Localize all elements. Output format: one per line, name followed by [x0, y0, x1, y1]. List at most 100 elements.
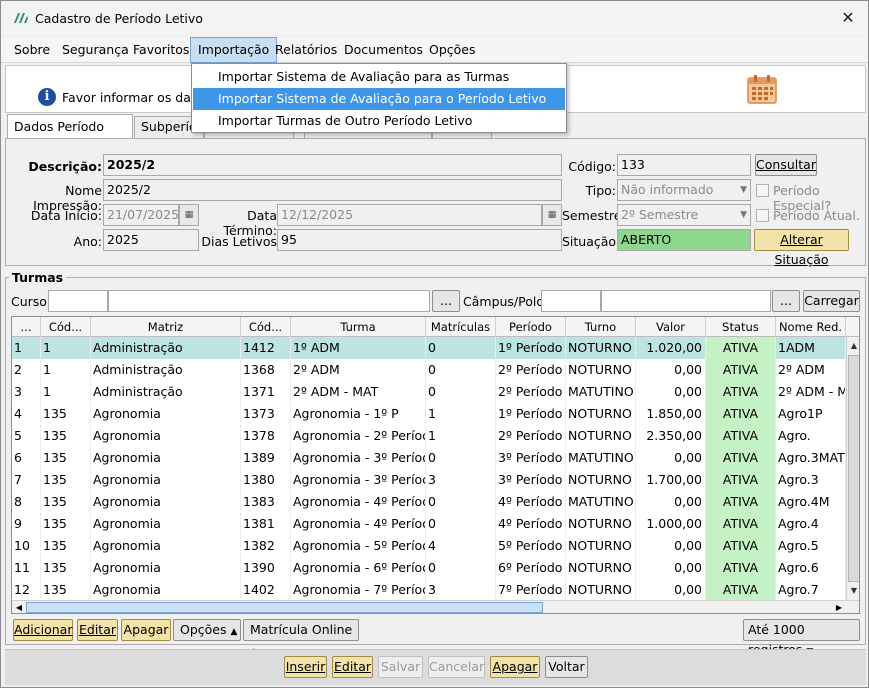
table-cell: Agronomia - 1º P [291, 403, 426, 425]
column-header[interactable]: Status [706, 317, 776, 337]
semestre-select[interactable]: 2º Semestre ▼ [617, 204, 751, 226]
dias-letivos-field[interactable]: 95 [277, 229, 562, 251]
table-row[interactable]: 3 1 Administração 1371 2º ADM - MAT 0 2º Perío… [12, 381, 846, 403]
periodo-atual-checkbox[interactable] [756, 209, 769, 222]
table-cell: 1 [426, 403, 496, 425]
scroll-up-icon[interactable]: ▲ [847, 339, 859, 353]
menu-item-importar-avaliacao-periodo[interactable]: Importar Sistema de Avaliação para o Per… [193, 88, 565, 110]
curso-lookup-button[interactable]: ... [432, 290, 460, 312]
curso-name-input[interactable] [108, 290, 430, 312]
table-cell: Agro.4M [776, 491, 846, 513]
table-cell: 0 [426, 337, 496, 359]
campus-lookup-button[interactable]: ... [772, 290, 800, 312]
nome-impressao-field[interactable]: 2025/2 [103, 179, 562, 201]
menu-item-importar-avaliacao-turmas[interactable]: Importar Sistema de Avaliação para as Tu… [193, 66, 565, 106]
calendar-picker-icon[interactable]: ▦ [542, 204, 562, 226]
curso-code-input[interactable] [48, 290, 108, 312]
table-row[interactable]: 11 135 Agronomia 1390 Agronomia - 6º Período… [12, 557, 846, 579]
table-row[interactable]: 6135Agronomia1389Agronomia - 3º Períod..… [12, 447, 846, 469]
apagar-turma-button[interactable]: Apagar [121, 619, 171, 641]
tab-dados-periodo-letivo[interactable]: Dados Período Letivo [7, 114, 133, 158]
adicionar-button[interactable]: Adicionar [13, 619, 73, 641]
table-cell: MATUTINO [566, 491, 636, 513]
horizontal-scroll-thumb[interactable] [26, 602, 543, 613]
table-cell: 8 [12, 491, 41, 513]
table-row[interactable]: 1 1 Administração 1412 1º ADM 0 1º Período NOTU… [12, 337, 846, 359]
table-cell: 0 [426, 359, 496, 381]
vertical-scrollbar[interactable]: ▲ ▼ [846, 337, 859, 600]
ano-field[interactable]: 2025 [103, 229, 199, 251]
tipo-select[interactable]: Não informado ▼ [617, 179, 751, 201]
table-row[interactable]: 9135Agronomia1381Agronomia - 4º Períod..… [12, 513, 846, 535]
turmas-table[interactable]: ... Cód... Matriz Cód... Turma Matrículas Perí… [11, 316, 860, 614]
matricula-online-button[interactable]: Matrícula Online ▲ [243, 619, 359, 657]
table-row[interactable]: 2 1 Administração 1368 2º ADM 0 2º Período NOTU… [12, 359, 846, 381]
table-cell: Agro.5 [776, 535, 846, 557]
column-header[interactable]: Turno [566, 317, 636, 337]
table-row[interactable]: 7135Agronomia1380Agronomia - 3º Períod..… [12, 469, 846, 491]
table-cell: Agronomia - 2º Período [291, 425, 426, 447]
voltar-button[interactable]: Voltar [545, 656, 588, 678]
column-header[interactable]: Cód... [241, 317, 291, 337]
vertical-scroll-thumb[interactable] [848, 355, 859, 582]
table-row[interactable]: 4 135 Agronomia 1373 Agronomia - 1º P 1 1º Per… [12, 403, 846, 425]
column-header[interactable]: Nome Red. [776, 317, 846, 337]
menu-importacao[interactable]: Importação [190, 37, 278, 63]
column-header[interactable]: Matriz [91, 317, 241, 337]
descricao-field[interactable]: 2025/2 [103, 154, 562, 176]
table-cell: Agronomia - 3º Períod... [291, 447, 426, 469]
close-icon[interactable]: ✕ [836, 7, 860, 29]
column-header[interactable]: Turma [291, 317, 426, 337]
column-header[interactable]: Valor [636, 317, 706, 337]
menu-favoritos[interactable]: Favoritos [126, 37, 196, 63]
cancelar-button[interactable]: Cancelar [428, 656, 485, 678]
table-row[interactable]: 8135Agronomia1383Agronomia - 4º Períod..… [12, 491, 846, 513]
table-cell: 5º Período [496, 535, 566, 557]
data-termino-field[interactable]: 12/12/2025 [277, 204, 542, 226]
periodo-especial-checkbox[interactable] [756, 184, 769, 197]
registros-select[interactable]: Até 1000 registros ▼ [743, 619, 860, 657]
table-cell: Administração [91, 381, 241, 403]
table-cell: 0 [426, 513, 496, 535]
column-header[interactable]: Cód... [41, 317, 91, 337]
apagar-button[interactable]: Apagar [490, 656, 540, 678]
data-inicio-field[interactable]: 21/07/2025 [103, 204, 179, 226]
table-cell: ATIVA [706, 513, 776, 535]
horizontal-scrollbar[interactable]: ◀ ▶ [12, 600, 859, 613]
salvar-button[interactable]: Salvar [378, 656, 423, 678]
inserir-button[interactable]: Inserir [284, 656, 327, 678]
scroll-right-icon[interactable]: ▶ [832, 601, 846, 613]
alterar-situacao-button[interactable]: Alterar Situação [754, 229, 849, 267]
column-header[interactable]: Matrículas [426, 317, 496, 337]
scroll-down-icon[interactable]: ▼ [847, 584, 859, 598]
table-cell: ATIVA [706, 381, 776, 403]
menu-sobre[interactable]: Sobre [7, 37, 57, 63]
column-header[interactable]: ... [12, 317, 41, 337]
scroll-left-icon[interactable]: ◀ [12, 601, 26, 613]
menu-opcoes[interactable]: Opções [422, 37, 483, 63]
editar-button[interactable]: Editar [332, 656, 373, 678]
menu-item-importar-turmas[interactable]: Importar Turmas de Outro Período Letivo [193, 110, 565, 132]
dias-letivos-label: Dias Letivos [201, 234, 277, 249]
menu-relatorios[interactable]: Relatórios [268, 37, 344, 63]
menu-seguranca[interactable]: Segurança [55, 37, 136, 63]
calendar-picker-icon[interactable]: ▦ [179, 204, 199, 226]
carregar-button[interactable]: Carregar [803, 290, 860, 312]
table-row[interactable]: 10 135 Agronomia 1382 Agronomia - 5º Período… [12, 535, 846, 557]
menu-documentos[interactable]: Documentos [337, 37, 430, 63]
table-cell: 7º Período [496, 579, 566, 601]
opcoes-dropdown-button[interactable]: Opções ▲ [173, 619, 241, 641]
situacao-label: Situação: [562, 234, 621, 249]
campus-code-input[interactable] [541, 290, 601, 312]
curso-label: Curso: [11, 294, 52, 309]
table-row[interactable]: 12 135 Agronomia 1402 Agronomia - 7º Período… [12, 579, 846, 601]
column-header[interactable]: Período [496, 317, 566, 337]
table-cell: ATIVA [706, 359, 776, 381]
consultar-button[interactable]: Consultar [755, 154, 817, 176]
tipo-value: Não informado [621, 182, 714, 197]
table-row[interactable]: 5 135 Agronomia 1378 Agronomia - 2º Período 1… [12, 425, 846, 447]
campus-name-input[interactable] [601, 290, 771, 312]
codigo-field[interactable]: 133 [617, 154, 751, 176]
editar-turma-button[interactable]: Editar [77, 619, 118, 641]
table-cell: Agro.3 [776, 469, 846, 491]
